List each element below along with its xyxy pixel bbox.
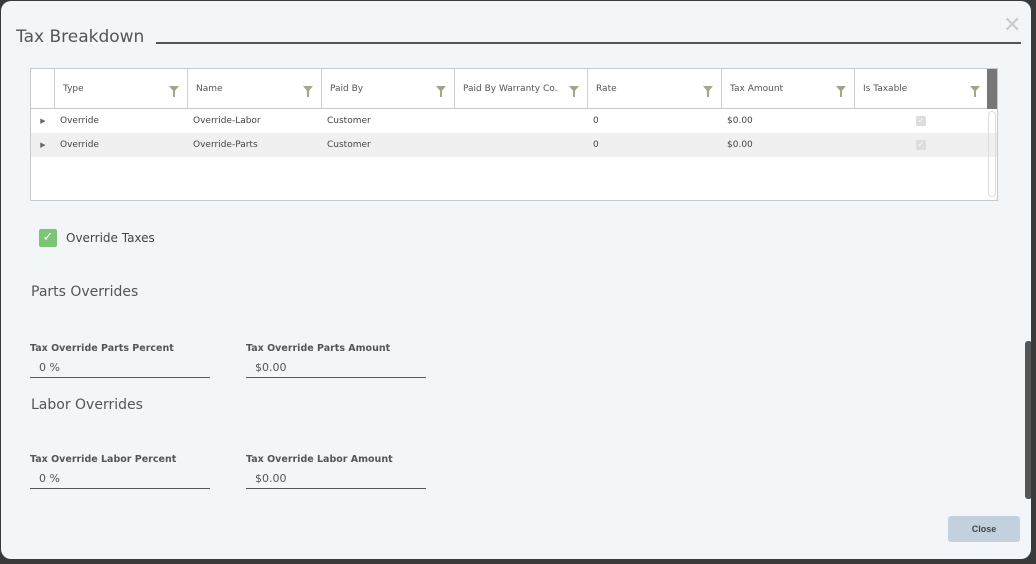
grid-header: Type Name Paid By Paid By Warranty Co. R… — [31, 69, 997, 109]
override-taxes-label: Override Taxes — [66, 231, 155, 245]
column-label: Paid By Warranty Co. — [463, 84, 558, 94]
scrollbar-thumb[interactable] — [1025, 341, 1031, 499]
cell-type: Override — [60, 140, 99, 150]
dialog-scrollbar[interactable] — [1024, 15, 1031, 555]
cell-tax-amount: $0.00 — [727, 116, 753, 126]
column-header-rate[interactable]: Rate — [588, 69, 722, 109]
column-header-paid-by[interactable]: Paid By — [322, 69, 455, 109]
column-label: Type — [63, 84, 84, 94]
is-taxable-checkbox: ✓ — [916, 140, 926, 150]
expand-column-header — [31, 69, 55, 109]
parts-percent-input[interactable]: 0 % — [30, 358, 210, 378]
labor-percent-input[interactable]: 0 % — [30, 469, 210, 489]
filter-icon[interactable] — [303, 86, 313, 97]
column-label: Tax Amount — [730, 84, 784, 94]
column-label: Is Taxable — [863, 84, 908, 94]
cell-paid-by: Customer — [327, 140, 371, 150]
parts-percent-label: Tax Override Parts Percent — [30, 343, 174, 354]
grid-scrollbar[interactable] — [987, 69, 997, 200]
filter-icon[interactable] — [169, 86, 179, 97]
table-row[interactable]: ▶ Override Override-Labor Customer 0 $0.… — [31, 109, 997, 133]
filter-icon[interactable] — [970, 86, 980, 97]
tax-breakdown-dialog: Tax Breakdown ✕ Type Name Paid By Paid B… — [1, 1, 1031, 559]
column-label: Paid By — [330, 84, 364, 94]
cell-type: Override — [60, 116, 99, 126]
cell-name: Override-Parts — [193, 140, 258, 150]
filter-icon[interactable] — [436, 86, 446, 97]
parts-amount-input[interactable]: $0.00 — [246, 358, 426, 378]
parts-amount-label: Tax Override Parts Amount — [246, 343, 391, 354]
tax-grid: Type Name Paid By Paid By Warranty Co. R… — [30, 68, 998, 201]
override-taxes-checkbox[interactable]: ✓ Override Taxes — [39, 229, 155, 247]
expand-row-icon[interactable]: ▶ — [31, 141, 55, 149]
cell-rate: 0 — [593, 116, 599, 126]
labor-amount-label: Tax Override Labor Amount — [246, 454, 393, 465]
close-icon[interactable]: ✕ — [1003, 15, 1021, 37]
labor-percent-label: Tax Override Labor Percent — [30, 454, 177, 465]
labor-overrides-heading: Labor Overrides — [31, 397, 143, 413]
labor-amount-input[interactable]: $0.00 — [246, 469, 426, 489]
filter-icon[interactable] — [836, 86, 846, 97]
table-row[interactable]: ▶ Override Override-Parts Customer 0 $0.… — [31, 133, 997, 157]
title-divider — [156, 42, 1021, 44]
column-header-name[interactable]: Name — [188, 69, 322, 109]
cell-paid-by: Customer — [327, 116, 371, 126]
column-header-type[interactable]: Type — [55, 69, 188, 109]
filter-icon[interactable] — [703, 86, 713, 97]
dialog-title: Tax Breakdown — [16, 27, 145, 47]
expand-row-icon[interactable]: ▶ — [31, 117, 55, 125]
filter-icon[interactable] — [569, 86, 579, 97]
column-header-is-taxable[interactable]: Is Taxable — [855, 69, 988, 109]
cell-name: Override-Labor — [193, 116, 261, 126]
parts-overrides-heading: Parts Overrides — [31, 284, 139, 300]
column-header-paid-by-warranty[interactable]: Paid By Warranty Co. — [455, 69, 588, 109]
column-label: Name — [196, 84, 223, 94]
column-label: Rate — [596, 84, 617, 94]
is-taxable-checkbox: ✓ — [916, 116, 926, 126]
cell-rate: 0 — [593, 140, 599, 150]
cell-tax-amount: $0.00 — [727, 140, 753, 150]
close-button[interactable]: Close — [948, 516, 1020, 542]
check-icon: ✓ — [39, 229, 57, 247]
column-header-tax-amount[interactable]: Tax Amount — [722, 69, 855, 109]
